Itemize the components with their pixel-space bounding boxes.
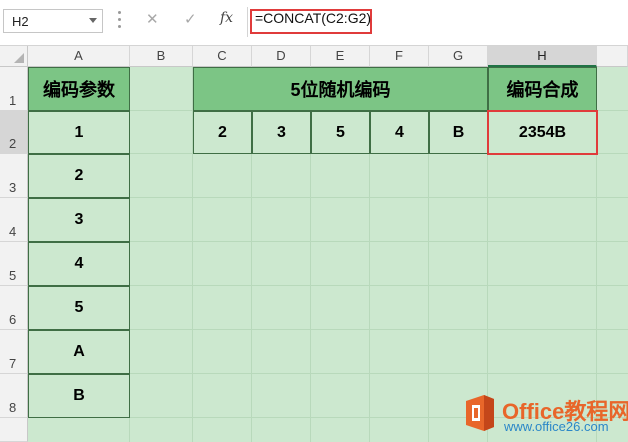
cell-h1-header[interactable]: 编码合成 (488, 67, 597, 111)
row-header-2[interactable]: 2 (0, 111, 28, 154)
cell-f2[interactable]: 4 (370, 111, 429, 154)
cell-c2[interactable]: 2 (193, 111, 252, 154)
row-header-filler (0, 418, 28, 442)
cell-e2[interactable]: 5 (311, 111, 370, 154)
row-header-8[interactable]: 8 (0, 374, 28, 418)
cell-c1-header-merged[interactable]: 5位随机编码 (193, 67, 488, 111)
row-header-6[interactable]: 6 (0, 286, 28, 330)
name-box[interactable]: H2 (3, 9, 103, 33)
column-header-g[interactable]: G (429, 46, 488, 67)
row-header-1[interactable]: 1 (0, 67, 28, 111)
drag-handle-icon[interactable] (118, 11, 121, 29)
worksheet-grid[interactable]: 编码参数 5位随机编码 编码合成 1 2 3 4 5 A B 2 3 5 4 B 2354B (28, 67, 628, 442)
cell-a7[interactable]: A (28, 330, 130, 374)
watermark: Office教程网 www.office26.com (462, 393, 628, 439)
watermark-url: www.office26.com (504, 419, 609, 434)
column-header-f[interactable]: F (370, 46, 429, 67)
column-header-h[interactable]: H (488, 46, 597, 67)
name-box-value: H2 (12, 14, 29, 29)
row-number: 5 (9, 268, 17, 283)
chevron-down-icon[interactable] (89, 18, 97, 23)
formula-bar: H2 ✕ ✓ fx =CONCAT(C2:G2) (0, 0, 628, 46)
formula-text: =CONCAT(C2:G2) (255, 10, 372, 26)
cell-a4[interactable]: 3 (28, 198, 130, 242)
cell-a2[interactable]: 1 (28, 111, 130, 154)
select-all-button[interactable] (0, 46, 28, 67)
row-number: 3 (9, 180, 17, 195)
cell-a3[interactable]: 2 (28, 154, 130, 198)
cell-d2[interactable]: 3 (252, 111, 311, 154)
row-number: 7 (9, 356, 17, 371)
cell-a8[interactable]: B (28, 374, 130, 418)
row-number: 2 (9, 136, 17, 151)
cell-h2-selected[interactable]: 2354B (487, 110, 598, 155)
cell-a6[interactable]: 5 (28, 286, 130, 330)
column-header-b[interactable]: B (130, 46, 193, 67)
cell-a1-header[interactable]: 编码参数 (28, 67, 130, 111)
column-header-filler (597, 46, 628, 67)
row-header-3[interactable]: 3 (0, 154, 28, 198)
row-header-4[interactable]: 4 (0, 198, 28, 242)
office-logo-icon (466, 395, 494, 431)
cancel-icon[interactable]: ✕ (146, 11, 159, 29)
enter-icon[interactable]: ✓ (184, 11, 197, 29)
row-number: 4 (9, 224, 17, 239)
row-number: 8 (9, 400, 17, 415)
column-header-a[interactable]: A (28, 46, 130, 67)
cell-g2[interactable]: B (429, 111, 488, 154)
row-number: 1 (9, 93, 17, 108)
insert-function-icon[interactable]: fx (220, 10, 233, 26)
column-header-d[interactable]: D (252, 46, 311, 67)
row-header-5[interactable]: 5 (0, 242, 28, 286)
row-header-7[interactable]: 7 (0, 330, 28, 374)
row-number: 6 (9, 312, 17, 327)
cell-a5[interactable]: 4 (28, 242, 130, 286)
column-header-e[interactable]: E (311, 46, 370, 67)
formula-input[interactable]: =CONCAT(C2:G2) (247, 7, 628, 37)
column-header-c[interactable]: C (193, 46, 252, 67)
